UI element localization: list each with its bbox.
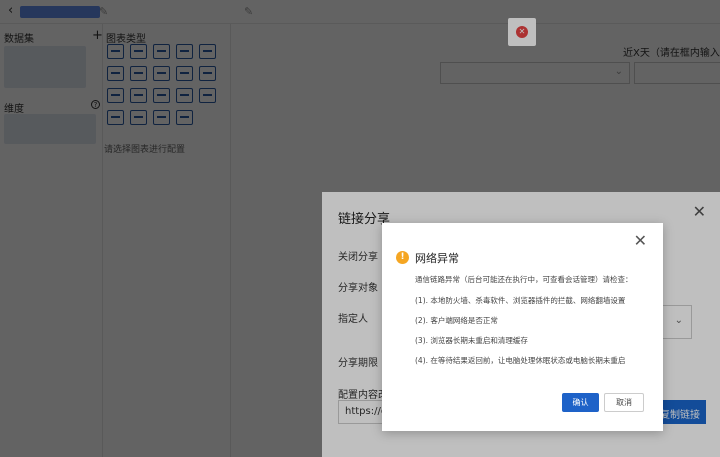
error-item-4: (4). 在等待结果返回前，让电脑处理休眠状态或电脑长期未重启 — [415, 356, 626, 365]
error-item-2: (2). 客户端网络是否正常 — [415, 316, 498, 325]
cancel-button[interactable]: 取消 — [604, 393, 644, 412]
network-error-dialog: ✕ ! 网络异常 通信链路异常（后台可能还在执行中，可查看会话管理）请检查： (… — [382, 223, 663, 431]
error-dialog-title: 网络异常 — [415, 252, 459, 265]
error-message: 通信链路异常（后台可能还在执行中，可查看会话管理）请检查： — [415, 275, 633, 284]
error-item-1: (1). 本地防火墙、杀毒软件、浏览器插件的拦截、网络翻墙设置 — [415, 296, 626, 305]
error-item-3: (3). 浏览器长期未重启和清理缓存 — [415, 336, 528, 345]
close-icon[interactable]: ✕ — [634, 231, 647, 250]
warning-icon: ! — [396, 251, 409, 264]
confirm-button[interactable]: 确认 — [562, 393, 599, 412]
